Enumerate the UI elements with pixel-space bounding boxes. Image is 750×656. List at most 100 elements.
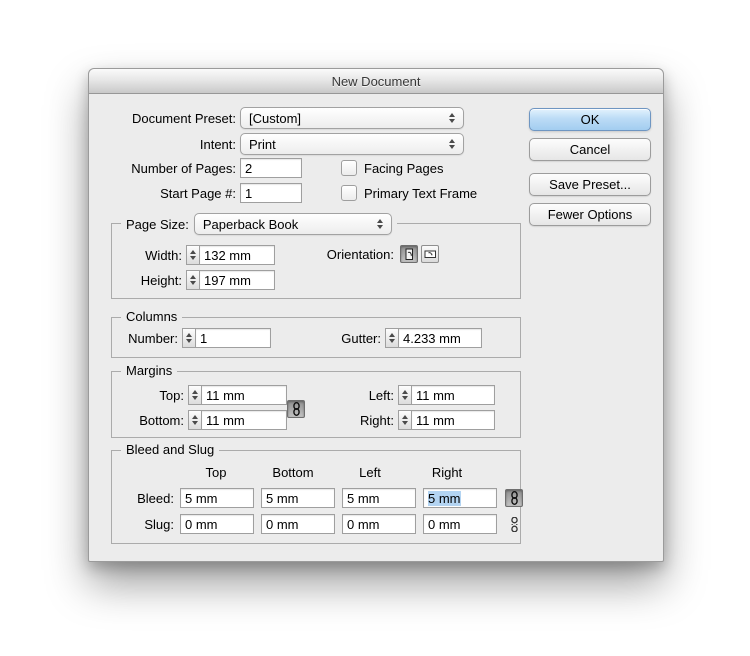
bleed-left-value: 5 mm (347, 490, 380, 506)
margin-top-row: Top: 11 mm (112, 385, 287, 405)
bleed-bottom-value: 5 mm (266, 490, 299, 506)
intent-value: Print (249, 136, 276, 152)
facing-pages-checkbox[interactable] (341, 160, 357, 176)
dialog-title: New Document (331, 73, 421, 89)
document-preset-row: Document Preset: [Custom] (89, 107, 519, 129)
height-label: Height: (140, 272, 182, 288)
width-value: 132 mm (204, 247, 251, 263)
bleed-slug-legend: Bleed and Slug (121, 442, 220, 457)
slug-row: Slug: 0 mm 0 mm 0 mm 0 mm (112, 514, 523, 534)
margin-right-label: Right: (360, 412, 394, 428)
slug-label: Slug: (144, 516, 174, 532)
bleed-bottom-field[interactable]: 5 mm (261, 488, 335, 508)
margin-bottom-row: Bottom: 11 mm (112, 410, 287, 430)
save-preset-button-label: Save Preset... (549, 177, 631, 192)
margin-top-stepper[interactable] (188, 385, 201, 405)
columns-legend: Columns (121, 309, 183, 324)
number-of-pages-row: Number of Pages: 2 Facing Pages (89, 158, 519, 178)
primary-text-frame-checkbox[interactable] (341, 185, 357, 201)
margin-left-stepper[interactable] (398, 385, 411, 405)
cancel-button[interactable]: Cancel (529, 138, 651, 161)
ok-button-label: OK (580, 112, 600, 127)
slug-top-value: 0 mm (185, 516, 218, 532)
columns-number-stepper[interactable] (182, 328, 195, 348)
start-page-value: 1 (245, 185, 253, 201)
popup-arrows-icon (444, 139, 460, 149)
slug-bottom-field[interactable]: 0 mm (261, 514, 335, 534)
gutter-label: Gutter: (341, 330, 381, 346)
bleed-right-field[interactable]: 5 mm (423, 488, 497, 508)
bleed-slug-header-top: Top (205, 465, 227, 480)
slug-left-field[interactable]: 0 mm (342, 514, 416, 534)
columns-group: Columns Number: 1 Gutter: 4.233 mm (111, 309, 521, 358)
document-preset-label: Document Preset: (131, 110, 236, 126)
slug-right-field[interactable]: 0 mm (423, 514, 497, 534)
margin-left-value: 11 mm (416, 387, 455, 403)
number-of-pages-field[interactable]: 2 (240, 158, 302, 178)
dialog-titlebar[interactable]: New Document (89, 69, 663, 94)
bleed-link-button[interactable] (505, 489, 523, 507)
bleed-right-value: 5 mm (428, 490, 461, 506)
margin-bottom-stepper[interactable] (188, 410, 201, 430)
height-row: Height: 197 mm (112, 270, 275, 290)
margin-left-field[interactable]: 11 mm (411, 385, 495, 405)
gutter-value: 4.233 mm (403, 330, 461, 346)
bleed-top-field[interactable]: 5 mm (180, 488, 254, 508)
margin-top-field[interactable]: 11 mm (201, 385, 287, 405)
portrait-page-icon (405, 248, 413, 260)
bleed-slug-group: Bleed and Slug Top Bottom Left Right Ble… (111, 442, 523, 544)
page-size-group: Page Size: Paperback Book Width: 132 mm … (111, 213, 521, 299)
margin-right-row: Right: 11 mm (342, 410, 495, 430)
fewer-options-button[interactable]: Fewer Options (529, 203, 651, 226)
orientation-label: Orientation: (326, 246, 394, 262)
margins-group: Margins Top: 11 mm Left: 11 mm Bottom: 1… (111, 363, 521, 438)
bleed-slug-header-right: Right (431, 465, 463, 480)
bleed-label: Bleed: (137, 490, 174, 506)
document-preset-value: [Custom] (249, 110, 302, 126)
margin-top-value: 11 mm (206, 387, 245, 403)
number-of-pages-value: 2 (245, 160, 253, 176)
slug-top-field[interactable]: 0 mm (180, 514, 254, 534)
margin-top-label: Top: (159, 387, 184, 403)
margin-left-row: Left: 11 mm (342, 385, 495, 405)
start-page-row: Start Page #: 1 Primary Text Frame (89, 183, 519, 203)
facing-pages-label: Facing Pages (364, 160, 444, 176)
page-size-legend: Page Size: Paperback Book (121, 213, 397, 235)
width-stepper[interactable] (186, 245, 199, 265)
orientation-row: Orientation: (302, 245, 439, 263)
orientation-landscape-button[interactable] (421, 245, 439, 263)
margin-right-stepper[interactable] (398, 410, 411, 430)
slug-link-button[interactable] (505, 515, 523, 533)
slug-left-value: 0 mm (347, 516, 380, 532)
save-preset-button[interactable]: Save Preset... (529, 173, 651, 196)
document-preset-select[interactable]: [Custom] (240, 107, 464, 129)
broken-chain-icon (510, 516, 518, 532)
chain-link-icon (510, 491, 518, 505)
width-field[interactable]: 132 mm (199, 245, 275, 265)
margin-bottom-field[interactable]: 11 mm (201, 410, 287, 430)
intent-select[interactable]: Print (240, 133, 464, 155)
width-label: Width: (145, 247, 182, 263)
landscape-page-icon (424, 250, 436, 258)
new-document-dialog: New Document Document Preset: [Custom] I… (88, 68, 664, 562)
bleed-left-field[interactable]: 5 mm (342, 488, 416, 508)
height-stepper[interactable] (186, 270, 199, 290)
columns-number-field[interactable]: 1 (195, 328, 271, 348)
orientation-portrait-button[interactable] (400, 245, 418, 263)
margin-bottom-label: Bottom: (139, 412, 184, 428)
ok-button[interactable]: OK (529, 108, 651, 131)
columns-number-row: Number: 1 Gutter: 4.233 mm (120, 328, 482, 348)
popup-arrows-icon (444, 113, 460, 123)
margins-link-button[interactable] (287, 400, 305, 418)
cancel-button-label: Cancel (569, 142, 611, 157)
number-of-pages-label: Number of Pages: (131, 160, 236, 176)
height-field[interactable]: 197 mm (199, 270, 275, 290)
start-page-field[interactable]: 1 (240, 183, 302, 203)
margin-right-field[interactable]: 11 mm (411, 410, 495, 430)
primary-text-frame-label: Primary Text Frame (364, 185, 478, 201)
gutter-field[interactable]: 4.233 mm (398, 328, 482, 348)
page-size-select[interactable]: Paperback Book (193, 213, 392, 235)
gutter-stepper[interactable] (385, 328, 398, 348)
bleed-slug-header-bottom: Bottom (272, 465, 314, 480)
bleed-row: Bleed: 5 mm 5 mm 5 mm 5 mm (112, 488, 523, 508)
